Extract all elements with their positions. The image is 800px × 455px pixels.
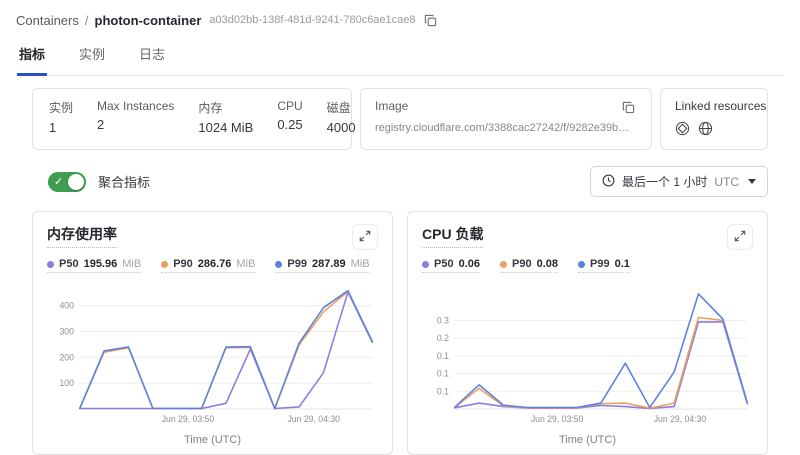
spec-max-instances-label: Max Instances [97,99,174,113]
svg-text:Jun 29, 03:50: Jun 29, 03:50 [162,414,215,424]
svg-text:0.1: 0.1 [437,386,449,396]
workers-icon[interactable] [675,121,690,139]
p90-dot [161,261,168,268]
p50-dot [422,261,429,268]
tab-instances[interactable]: 实例 [77,42,107,76]
linked-resources-card: Linked resources [660,88,768,150]
legend-item-p90[interactable]: P90 0.08 [500,258,558,273]
copy-icon [424,14,437,27]
p99-value: 0.1 [615,258,630,270]
memory-expand-button[interactable] [352,224,378,250]
p99-label: P99 [590,258,610,270]
svg-text:0.3: 0.3 [437,315,449,325]
page-header: Containers / photon-container a03d02bb-1… [0,0,800,76]
svg-text:400: 400 [59,301,74,311]
image-card: Image registry.cloudflare.com/3388cac272… [360,88,652,150]
cpu-expand-button[interactable] [727,224,753,250]
breadcrumb: Containers / photon-container a03d02bb-1… [16,10,784,30]
p50-value: 0.06 [459,258,480,270]
spec-instances: 实例 1 [49,99,73,139]
page-title: photon-container [95,13,202,28]
spec-instances-value: 1 [49,120,73,135]
clock-icon [602,174,615,190]
time-range-selector[interactable]: 最后一个 1 小时 UTC [590,166,768,197]
container-uuid: a03d02bb-138f-481d-9241-780c6ae1cae8 [209,14,415,26]
copy-icon [622,101,635,114]
memory-legend: P50 195.96 MiB P90 286.76 MiB P99 287.89… [47,258,378,273]
svg-text:Jun 29, 04:30: Jun 29, 04:30 [654,414,707,424]
cpu-chart-title: CPU 负载 [422,224,483,248]
memory-chart-canvas[interactable]: 400 300 200 100 Jun 29, 03:50 Jun 29, 04:30 [47,279,378,434]
toggle-knob [68,174,84,190]
time-zone-value: UTC [714,175,739,189]
aggregate-metrics-label: 聚合指标 [98,172,150,191]
p50-value: 195.96 [84,258,118,270]
p99-dot [275,261,282,268]
spec-memory-label: 内存 [198,99,253,116]
chevron-down-icon [748,179,756,184]
spec-max-instances-value: 2 [97,117,174,132]
svg-text:200: 200 [59,352,74,362]
legend-item-p99[interactable]: P99 0.1 [578,258,630,273]
svg-text:0.1: 0.1 [437,351,449,361]
svg-text:100: 100 [59,378,74,388]
spec-instances-label: 实例 [49,99,73,116]
linked-resources-label: Linked resources [675,99,753,113]
cpu-chart-card: CPU 负载 P50 0.06 P90 [407,211,768,455]
spec-cpu: CPU 0.25 [277,99,302,139]
svg-text:0.2: 0.2 [437,333,449,343]
p50-label: P50 [434,258,454,270]
check-icon: ✓ [54,174,63,190]
memory-chart-title: 内存使用率 [47,224,117,248]
p99-dot [578,261,585,268]
tab-logs[interactable]: 日志 [137,42,167,76]
charts-row: 内存使用率 P50 195.96 MiB [32,211,768,455]
expand-icon [734,230,746,245]
spec-memory-value: 1024 MiB [198,120,253,135]
globe-icon[interactable] [698,121,713,139]
p99-value: 287.89 [312,258,346,270]
p90-unit: MiB [236,258,255,270]
svg-text:0.1: 0.1 [437,368,449,378]
spec-max-instances: Max Instances 2 [97,99,174,139]
legend-item-p50[interactable]: P50 0.06 [422,258,480,273]
breadcrumb-separator: / [85,13,89,28]
legend-item-p50[interactable]: P50 195.96 MiB [47,258,141,273]
tab-metrics[interactable]: 指标 [17,42,47,76]
time-range-value: 最后一个 1 小时 [622,173,707,190]
legend-item-p99[interactable]: P99 287.89 MiB [275,258,369,273]
p90-value: 0.08 [537,258,558,270]
p50-label: P50 [59,258,79,270]
spec-cpu-label: CPU [277,99,302,113]
p90-dot [500,261,507,268]
svg-text:Jun 29, 04:30: Jun 29, 04:30 [287,414,340,424]
aggregate-metrics-toggle[interactable]: ✓ [48,172,86,192]
copy-image-button[interactable] [620,99,637,116]
p99-unit: MiB [351,258,370,270]
tab-bar: 指标 实例 日志 [16,42,784,76]
svg-text:300: 300 [59,326,74,336]
spec-memory: 内存 1024 MiB [198,99,253,139]
p90-value: 286.76 [198,258,232,270]
p50-dot [47,261,54,268]
copy-uuid-button[interactable] [422,12,439,29]
memory-chart-card: 内存使用率 P50 195.96 MiB [32,211,393,455]
p90-label: P90 [173,258,193,270]
p99-label: P99 [287,258,307,270]
container-spec-card: 实例 1 Max Instances 2 内存 1024 MiB CPU 0.2… [32,88,352,150]
legend-item-p90[interactable]: P90 286.76 MiB [161,258,255,273]
svg-text:Jun 29, 03:50: Jun 29, 03:50 [531,414,584,424]
controls-row: ✓ 聚合指标 最后一个 1 小时 UTC [32,166,768,197]
cpu-chart-canvas[interactable]: 0.3 0.2 0.1 0.1 0.1 Jun 29, 03:50 Jun 29, 04:3… [422,279,753,434]
image-registry-url: registry.cloudflare.com/3388cac27242/f/9… [375,122,633,134]
summary-cards-row: 实例 1 Max Instances 2 内存 1024 MiB CPU 0.2… [32,88,768,150]
main-content: 实例 1 Max Instances 2 内存 1024 MiB CPU 0.2… [0,76,800,455]
spec-cpu-value: 0.25 [277,117,302,132]
p90-label: P90 [512,258,532,270]
cpu-legend: P50 0.06 P90 0.08 P99 0.1 [422,258,753,273]
image-card-label: Image [375,99,408,113]
expand-icon [359,230,371,245]
breadcrumb-containers-link[interactable]: Containers [16,13,79,28]
p50-unit: MiB [122,258,141,270]
